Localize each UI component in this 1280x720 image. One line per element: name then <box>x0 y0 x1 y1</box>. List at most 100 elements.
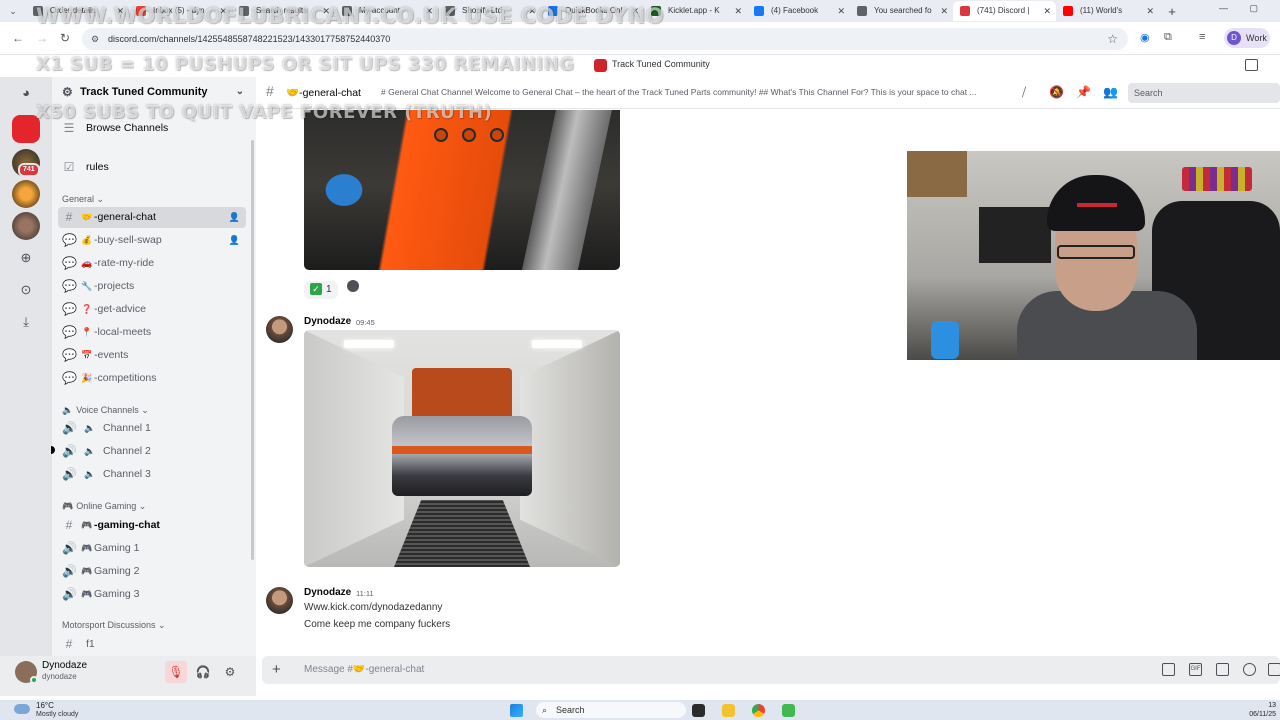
attach-plus-icon[interactable]: + <box>272 662 281 677</box>
hash-icon: # <box>65 637 73 651</box>
close-tab-icon[interactable]: ✕ <box>1043 1 1051 21</box>
extension-icon[interactable]: ◉ <box>1140 31 1150 44</box>
browser-tab[interactable]: You searched fo ✕ <box>850 1 953 21</box>
gaming-voice-1[interactable]: 🔊 🎮 Gaming 1 <box>58 538 246 559</box>
notification-muted-icon[interactable]: 🔕 <box>1049 85 1064 99</box>
tab-list-icon[interactable]: ⌄ <box>0 6 26 17</box>
close-tab-icon[interactable]: ✕ <box>734 1 742 21</box>
close-tab-icon[interactable]: ✕ <box>1146 1 1154 21</box>
browser-tab[interactable]: (11) World's ✕ <box>1056 1 1159 21</box>
category-general[interactable]: General ⌄ <box>62 194 104 205</box>
channel-events[interactable]: 💬 📅 -events <box>58 345 246 366</box>
channel-competitions[interactable]: 💬 🎉 -competitions <box>58 368 246 389</box>
task-view-icon[interactable] <box>692 704 705 717</box>
taskbar-search[interactable]: ⌕ Search <box>536 702 686 718</box>
message-text[interactable]: Www.kick.com/dynodazedanny <box>304 602 442 613</box>
pin-icon[interactable]: 📌 <box>1076 85 1091 99</box>
invite-user-icon[interactable]: 👤 <box>229 230 240 251</box>
gaming-voice-3[interactable]: 🔊 🎮 Gaming 3 <box>58 584 246 605</box>
close-tab-icon[interactable]: ✕ <box>940 1 948 21</box>
extensions-puzzle-icon[interactable]: ⧉ <box>1164 31 1172 44</box>
avatar[interactable] <box>15 661 38 684</box>
category-motorsport[interactable]: Motorsport Discussions ⌄ <box>62 620 166 631</box>
tab-favicon-icon <box>857 6 867 16</box>
avatar[interactable] <box>266 587 293 614</box>
avatar[interactable] <box>266 316 293 343</box>
channel-topic[interactable]: # General Chat Channel Welcome to Genera… <box>381 87 1011 97</box>
add-reaction-button[interactable] <box>345 277 361 295</box>
channel-gaming-chat[interactable]: # 🎮 -gaming-chat <box>58 515 246 536</box>
channel-rate-my-ride[interactable]: 💬 🚗 -rate-my-ride <box>58 253 246 274</box>
voice-channel-2[interactable]: 🔊 🔈 Channel 2 <box>58 441 246 462</box>
headphones-icon[interactable]: 🎧 <box>192 661 214 683</box>
server-icon-4[interactable] <box>12 212 40 240</box>
start-button[interactable] <box>510 704 523 717</box>
channel-projects[interactable]: 💬 🔧 -projects <box>58 276 246 297</box>
reload-icon[interactable]: ↻ <box>60 31 70 45</box>
browser-tab[interactable]: (741) Discord | ✕ <box>953 1 1056 21</box>
gift-icon[interactable] <box>1162 663 1175 676</box>
chrome-icon[interactable] <box>752 704 765 717</box>
category-voice[interactable]: 🔈 Voice Channels ⌄ <box>62 405 149 416</box>
settings-gear-icon[interactable]: ⚙ <box>219 661 241 683</box>
minimize-icon[interactable]: — <box>1219 3 1228 13</box>
apps-icon[interactable] <box>1268 663 1280 676</box>
voice-channel-1[interactable]: 🔊 🔈 Channel 1 <box>58 418 246 439</box>
app-icon[interactable] <box>782 704 795 717</box>
profile-label: Work <box>1246 33 1267 43</box>
close-tab-icon[interactable]: ✕ <box>837 1 845 21</box>
profile-button[interactable]: D Work <box>1224 28 1270 48</box>
category-gaming[interactable]: 🎮 Online Gaming ⌄ <box>62 501 146 512</box>
sticker-icon[interactable] <box>1216 663 1229 676</box>
weather-cloud-icon[interactable] <box>14 704 30 714</box>
forward-icon[interactable]: → <box>36 31 48 45</box>
gaming-voice-2[interactable]: 🔊 🎮 Gaming 2 <box>58 561 246 582</box>
site-info-icon[interactable]: ⚙ <box>91 28 99 50</box>
channel-f1[interactable]: # f1 <box>58 634 246 655</box>
speaker-icon: 🔊 <box>62 541 77 555</box>
webcam-water-bottle <box>931 321 959 359</box>
channel-buy-sell-swap[interactable]: 💬 💰 -buy-sell-swap 👤 <box>58 230 246 251</box>
channel-label: -buy-sell-swap <box>94 234 162 246</box>
search-input[interactable]: Search <box>1128 83 1280 103</box>
invite-user-icon[interactable]: 👤 <box>229 207 240 228</box>
channel-general-chat[interactable]: # 🤝 -general-chat 👤 <box>58 207 246 228</box>
sidebar-scrollbar[interactable] <box>251 140 254 560</box>
emoji-icon[interactable] <box>1243 663 1256 676</box>
discover-icon[interactable]: ⊙ <box>12 276 40 304</box>
server-icon-3[interactable] <box>12 180 40 208</box>
inbox-icon[interactable] <box>1245 59 1258 71</box>
url-field[interactable]: ⚙ discord.com/channels/14255485587482215… <box>82 28 1128 50</box>
webcam-glasses <box>1057 245 1135 259</box>
download-icon[interactable]: ⤓ <box>12 308 40 336</box>
coil-pack <box>490 128 504 142</box>
file-explorer-icon[interactable] <box>722 704 735 717</box>
reaction-bar: ✓ 1 <box>304 277 365 299</box>
maximize-icon[interactable]: ▢ <box>1249 3 1258 14</box>
channel-get-advice[interactable]: 💬 ❓ -get-advice <box>58 299 246 320</box>
add-server-icon[interactable]: ⊕ <box>12 244 40 272</box>
channel-rules[interactable]: ☑ rules <box>58 157 246 178</box>
tab-favicon-icon <box>960 6 970 16</box>
new-tab-button[interactable]: + <box>1159 4 1185 19</box>
voice-channel-3[interactable]: 🔊 🔈 Channel 3 <box>58 464 246 485</box>
message-author[interactable]: Dynodaze <box>304 587 351 598</box>
window-server-title: Track Tuned Community <box>594 59 710 72</box>
taskbar-clock[interactable]: 13 06/11/25 <box>1249 701 1276 719</box>
spray-booth-car-image[interactable] <box>304 330 620 567</box>
threads-icon[interactable]: ⧸ <box>1022 85 1026 100</box>
mic-muted-icon[interactable]: 🎙 <box>165 661 187 683</box>
channel-local-meets[interactable]: 💬 📍 -local-meets <box>58 322 246 343</box>
member-list-icon[interactable]: 👥 <box>1103 85 1118 99</box>
gif-icon[interactable]: GIF <box>1189 663 1202 676</box>
back-icon[interactable]: ← <box>12 31 24 45</box>
reading-list-icon[interactable]: ≡ <box>1199 31 1205 43</box>
engine-bay-image[interactable] <box>304 110 620 270</box>
reaction-check[interactable]: ✓ 1 <box>304 281 338 299</box>
browser-tab[interactable]: (4) Facebook ✕ <box>747 1 850 21</box>
message-composer[interactable]: + Message #🤝-general-chat GIF <box>262 656 1280 684</box>
bookmark-star-icon[interactable]: ☆ <box>1107 28 1118 50</box>
forum-icon: 💬 <box>62 256 77 270</box>
profile-avatar: D <box>1227 31 1241 45</box>
message-author[interactable]: Dynodaze <box>304 316 351 327</box>
